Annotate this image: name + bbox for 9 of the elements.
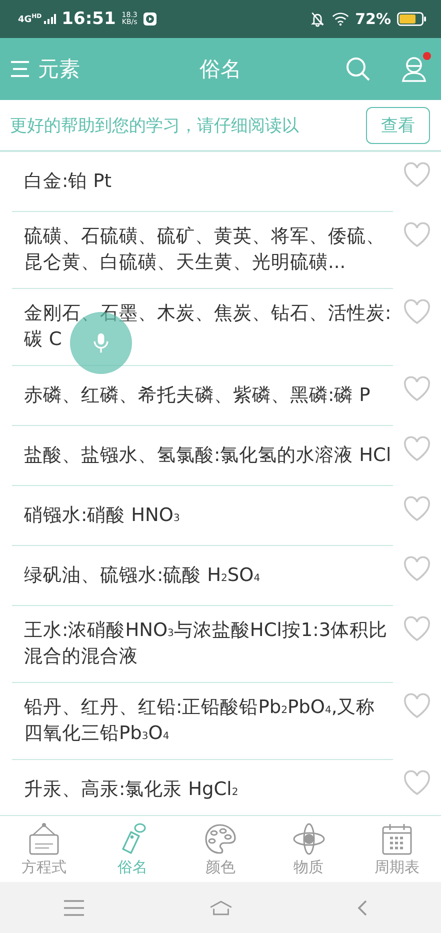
common-name-text[interactable]: 盐酸、盐镪水、氢氯酸:氯化氢的水溶液 HCl — [24, 442, 392, 468]
common-name-text[interactable]: 白金:铂 Pt — [24, 168, 392, 194]
page-title: 俗名 — [200, 56, 242, 83]
common-name-text[interactable]: 硫磺、石硫磺、硫矿、黄英、将军、倭硫、昆仑黄、白硫磺、天生黄、光明硫磺... — [24, 224, 392, 276]
notice-text: 更好的帮助到您的学习，请仔细阅读以 — [10, 114, 299, 136]
network-label: 4G$^{HD}$ — [18, 14, 42, 24]
battery-percent: 72% — [355, 10, 391, 28]
common-name-text[interactable]: 赤磷、红磷、希托夫磷、紫磷、黑磷:磷 P — [24, 382, 392, 408]
clock: 16:51 — [62, 9, 116, 29]
